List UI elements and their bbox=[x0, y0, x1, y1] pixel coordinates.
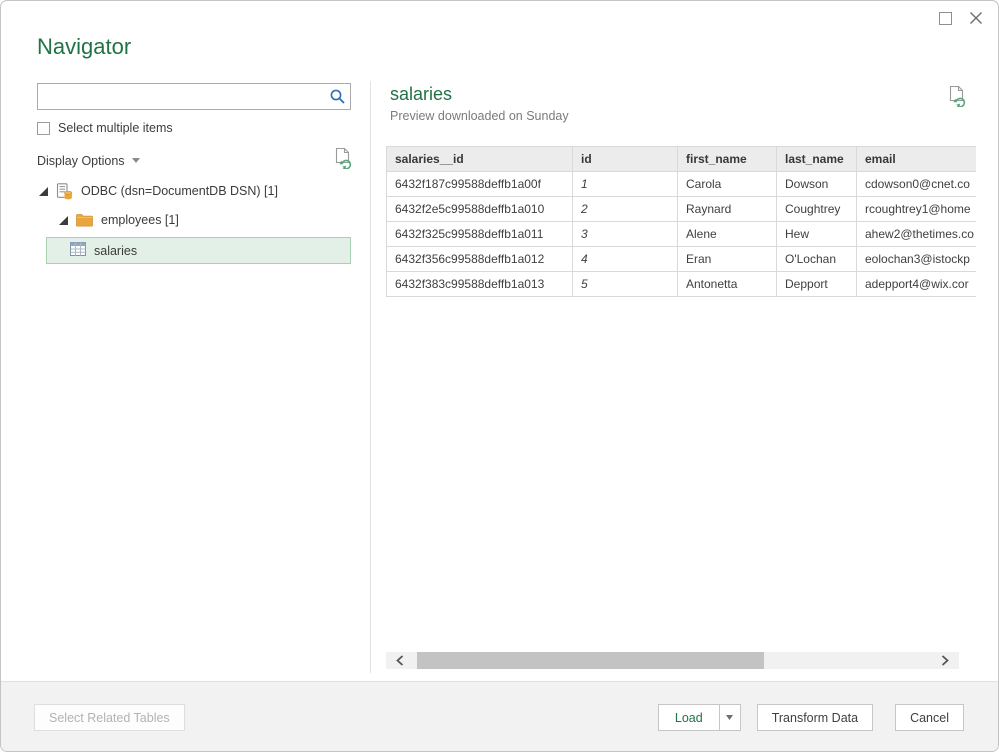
close-button[interactable] bbox=[968, 10, 984, 26]
cell: 1 bbox=[573, 172, 678, 197]
tree-item-label: salaries bbox=[94, 244, 137, 258]
table-row: 6432f356c99588deffb1a012 4 Eran O'Lochan… bbox=[387, 247, 977, 272]
maximize-button[interactable] bbox=[937, 10, 953, 26]
cell: eolochan3@istockp bbox=[857, 247, 977, 272]
cell: Antonetta bbox=[678, 272, 777, 297]
cancel-button[interactable]: Cancel bbox=[895, 704, 964, 731]
close-icon bbox=[969, 11, 983, 25]
maximize-icon bbox=[939, 12, 952, 25]
column-header[interactable]: salaries__id bbox=[387, 147, 573, 172]
expand-caret-icon[interactable] bbox=[59, 216, 68, 225]
chevron-down-icon bbox=[132, 158, 140, 163]
cell: 6432f383c99588deffb1a013 bbox=[387, 272, 573, 297]
column-header[interactable]: email bbox=[857, 147, 977, 172]
tree-item-label: ODBC (dsn=DocumentDB DSN) [1] bbox=[81, 184, 278, 198]
search-icon[interactable] bbox=[324, 88, 350, 105]
cell: Alene bbox=[678, 222, 777, 247]
table-row: 6432f187c99588deffb1a00f 1 Carola Dowson… bbox=[387, 172, 977, 197]
document-refresh-icon bbox=[334, 147, 353, 169]
tree-item-label: employees [1] bbox=[101, 213, 179, 227]
cell: Eran bbox=[678, 247, 777, 272]
cell: 6432f2e5c99588deffb1a010 bbox=[387, 197, 573, 222]
tree-item-employees[interactable]: employees [1] bbox=[37, 208, 353, 232]
cell: Coughtrey bbox=[777, 197, 857, 222]
footer-action-buttons: Load Transform Data Cancel bbox=[658, 704, 964, 731]
table-row: 6432f325c99588deffb1a011 3 Alene Hew ahe… bbox=[387, 222, 977, 247]
refresh-preview-button[interactable] bbox=[948, 85, 967, 112]
scrollbar-thumb[interactable] bbox=[417, 652, 764, 669]
column-header[interactable]: id bbox=[573, 147, 678, 172]
load-button[interactable]: Load bbox=[658, 704, 720, 731]
horizontal-scrollbar[interactable] bbox=[386, 652, 959, 669]
search-box bbox=[37, 83, 351, 110]
table-grid-icon bbox=[70, 242, 86, 259]
load-split-button: Load bbox=[658, 704, 741, 731]
cell: 2 bbox=[573, 197, 678, 222]
cell: 6432f356c99588deffb1a012 bbox=[387, 247, 573, 272]
chevron-left-icon bbox=[396, 655, 404, 666]
cell: 5 bbox=[573, 272, 678, 297]
cell: 6432f187c99588deffb1a00f bbox=[387, 172, 573, 197]
odbc-database-icon bbox=[56, 183, 73, 200]
select-multiple-checkbox[interactable] bbox=[37, 122, 50, 135]
cell: Hew bbox=[777, 222, 857, 247]
tree-item-odbc[interactable]: ODBC (dsn=DocumentDB DSN) [1] bbox=[37, 179, 353, 203]
document-refresh-icon bbox=[948, 85, 967, 107]
preview-subtitle: Preview downloaded on Sunday bbox=[390, 109, 569, 123]
display-options-dropdown[interactable]: Display Options bbox=[37, 154, 140, 168]
navigation-tree: ODBC (dsn=DocumentDB DSN) [1] employees … bbox=[37, 179, 353, 264]
column-header[interactable]: last_name bbox=[777, 147, 857, 172]
cell: Raynard bbox=[678, 197, 777, 222]
folder-icon bbox=[76, 213, 93, 227]
dialog-footer: Select Related Tables Load Transform Dat… bbox=[1, 681, 998, 751]
expand-caret-icon[interactable] bbox=[39, 187, 48, 196]
select-related-tables-button[interactable]: Select Related Tables bbox=[34, 704, 185, 731]
page-title: Navigator bbox=[37, 34, 131, 60]
select-multiple-label: Select multiple items bbox=[58, 121, 173, 135]
navigator-dialog: Navigator Select multiple items Display … bbox=[0, 0, 999, 752]
cell: Dowson bbox=[777, 172, 857, 197]
window-controls bbox=[937, 10, 984, 26]
cell: 3 bbox=[573, 222, 678, 247]
preview-title: salaries bbox=[390, 84, 452, 105]
cell: 4 bbox=[573, 247, 678, 272]
select-multiple-row[interactable]: Select multiple items bbox=[37, 121, 173, 135]
scroll-right-button[interactable] bbox=[931, 652, 959, 669]
panel-divider bbox=[370, 81, 371, 673]
transform-data-button[interactable]: Transform Data bbox=[757, 704, 873, 731]
cell: Carola bbox=[678, 172, 777, 197]
cell: rcoughtrey1@home bbox=[857, 197, 977, 222]
chevron-right-icon bbox=[941, 655, 949, 666]
preview-table: salaries__id id first_name last_name ema… bbox=[386, 146, 976, 297]
table-header-row: salaries__id id first_name last_name ema… bbox=[387, 147, 977, 172]
cell: 6432f325c99588deffb1a011 bbox=[387, 222, 573, 247]
table-row: 6432f383c99588deffb1a013 5 Antonetta Dep… bbox=[387, 272, 977, 297]
load-dropdown-button[interactable] bbox=[719, 704, 741, 731]
scroll-left-button[interactable] bbox=[386, 652, 414, 669]
cell: adepport4@wix.cor bbox=[857, 272, 977, 297]
table-row: 6432f2e5c99588deffb1a010 2 Raynard Cough… bbox=[387, 197, 977, 222]
column-header[interactable]: first_name bbox=[678, 147, 777, 172]
refresh-source-button[interactable] bbox=[334, 147, 353, 174]
cell: cdowson0@cnet.co bbox=[857, 172, 977, 197]
cell: Depport bbox=[777, 272, 857, 297]
display-options-row: Display Options bbox=[37, 147, 353, 174]
chevron-down-icon bbox=[726, 715, 733, 720]
search-input[interactable] bbox=[38, 85, 324, 108]
tree-item-salaries-selected[interactable]: salaries bbox=[46, 237, 351, 264]
cell: O'Lochan bbox=[777, 247, 857, 272]
display-options-label: Display Options bbox=[37, 154, 125, 168]
cell: ahew2@thetimes.co bbox=[857, 222, 977, 247]
